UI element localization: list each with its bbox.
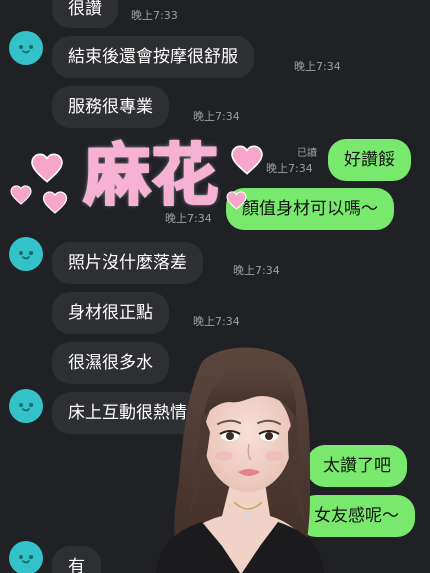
profile-photo xyxy=(150,346,330,573)
overlay-title: 麻花 xyxy=(83,136,220,216)
message-bubble[interactable]: 很讚 xyxy=(52,0,118,28)
contact-avatar[interactable] xyxy=(9,237,43,271)
message-bubble-outgoing[interactable]: 好讚餒 xyxy=(328,139,411,181)
message-bubble[interactable]: 結束後還會按摩很舒服 xyxy=(52,36,254,78)
contact-avatar[interactable] xyxy=(9,541,43,573)
message-timestamp: 晚上7:34 xyxy=(294,60,341,73)
message-bubble[interactable]: 有 xyxy=(52,546,101,573)
bear-face-icon xyxy=(15,397,37,415)
message-timestamp: 晚上7:34 xyxy=(266,162,313,175)
message-timestamp: 晚上7:34 xyxy=(193,110,240,123)
contact-avatar[interactable] xyxy=(9,31,43,65)
message-bubble[interactable]: 照片沒什麼落差 xyxy=(52,242,203,284)
bear-face-icon xyxy=(15,245,37,263)
message-bubble-outgoing[interactable]: 顏值身材可以嗎～ xyxy=(226,188,394,230)
bear-face-icon xyxy=(15,39,37,57)
heart-icon xyxy=(30,153,64,183)
message-timestamp: 晚上7:34 xyxy=(193,315,240,328)
heart-icon xyxy=(10,185,32,205)
message-timestamp: 晚上7:33 xyxy=(131,9,178,22)
heart-icon xyxy=(230,145,264,175)
bear-face-icon xyxy=(15,549,37,567)
message-bubble[interactable]: 身材很正點 xyxy=(52,292,169,334)
message-bubble[interactable]: 服務很專業 xyxy=(52,86,169,128)
contact-avatar[interactable] xyxy=(9,389,43,423)
chat-screen: 很讚 晚上7:33 結束後還會按摩很舒服 晚上7:34 服務很專業 晚上7:34… xyxy=(0,0,430,573)
read-receipt: 已讀 xyxy=(297,148,317,159)
message-timestamp: 晚上7:34 xyxy=(233,264,280,277)
heart-icon xyxy=(42,191,68,214)
